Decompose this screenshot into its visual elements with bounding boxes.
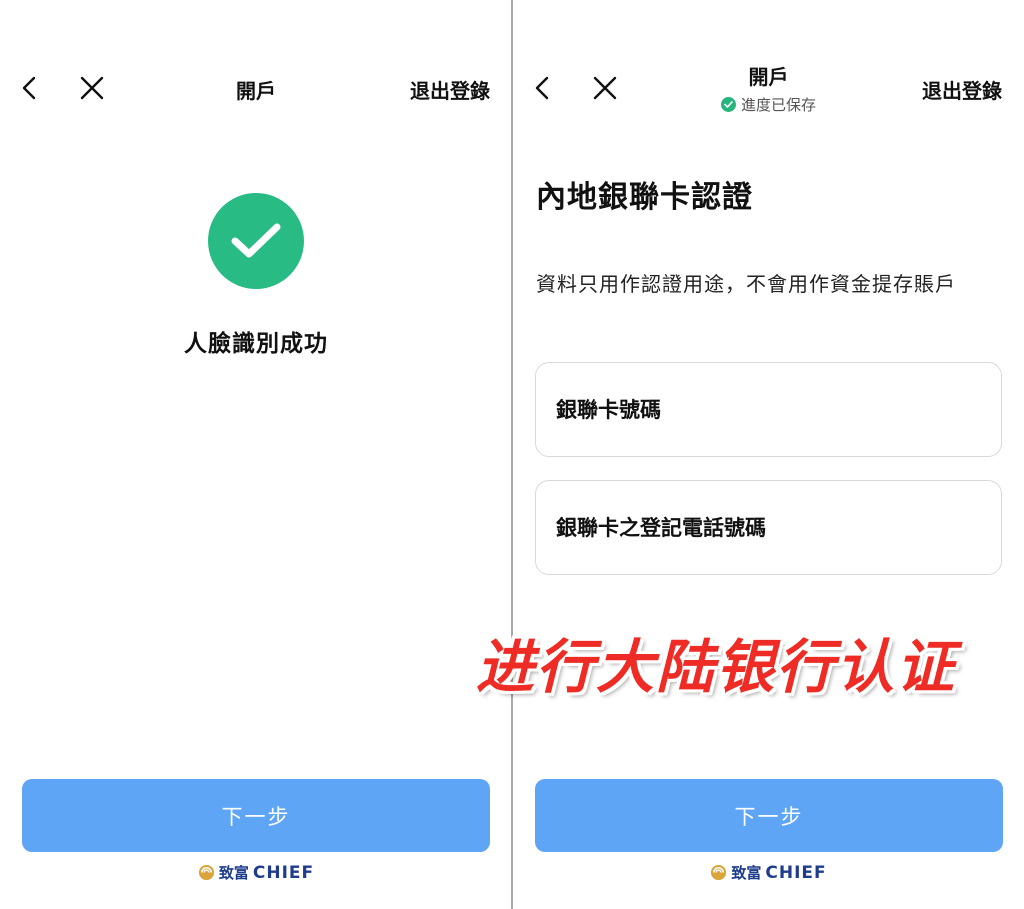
brand-logo-icon [198, 864, 214, 881]
left-screen: 開戶 退出登錄 人臉識別成功 下一步 致富 CHIEF [0, 0, 512, 909]
logout-link[interactable]: 退出登錄 [922, 75, 1002, 104]
check-icon [231, 223, 281, 258]
success-badge [208, 193, 304, 289]
brand-name-en: CHIEF [252, 862, 315, 883]
brand-footer: 致富 CHIEF [0, 862, 512, 883]
saved-status-text: 進度已保存 [740, 96, 816, 114]
brand-name-cn: 致富 [218, 864, 249, 882]
success-message: 人臉識別成功 [184, 331, 328, 357]
next-step-button[interactable]: 下一步 [22, 779, 490, 852]
card-number-input[interactable] [536, 363, 1001, 456]
registered-phone-field[interactable] [535, 480, 1002, 575]
section-description: 資料只用作認證用途，不會用作資金提存賬戶 [536, 272, 956, 296]
card-number-field[interactable] [535, 362, 1002, 457]
right-screen: 開戶 進度已保存 退出登錄 內地銀聯卡認證 資料只用作認證用途，不會用作資金提存… [513, 0, 1024, 909]
brand-name-en: CHIEF [765, 862, 827, 883]
overlay-caption: 进行大陆银行认证 [476, 633, 957, 701]
section-title: 內地銀聯卡認證 [536, 180, 753, 215]
logout-link[interactable]: 退出登錄 [410, 75, 490, 104]
saved-check-icon [720, 97, 736, 112]
brand-name-cn: 致富 [731, 864, 762, 882]
brand-logo-icon [711, 864, 727, 881]
brand-footer: 致富 CHIEF [513, 862, 1024, 883]
next-step-button[interactable]: 下一步 [535, 779, 1003, 852]
registered-phone-input[interactable] [536, 481, 1001, 574]
